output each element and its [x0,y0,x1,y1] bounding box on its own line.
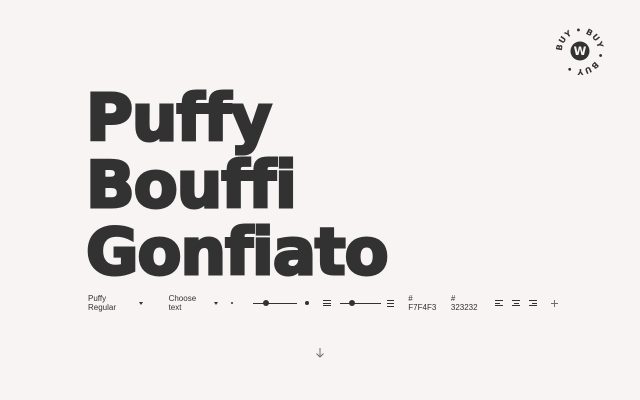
chevron-down-icon [213,301,218,305]
align-left-icon[interactable] [495,300,504,306]
plus-icon[interactable] [551,299,558,307]
buy-badge-center: W [574,44,587,58]
choose-text-label: Choose text [168,294,197,312]
font-size-slider[interactable] [252,298,298,308]
buy-badge-graphic: BUY • BUY • BUY • W [554,25,605,77]
align-right-icon[interactable] [529,300,538,306]
line-spacing-tight-icon [323,300,331,306]
font-style-label: Puffy Regular [88,294,117,312]
background-color-value: # F7F4F3 [408,294,437,312]
size-max-icon [305,301,310,305]
font-size-handle[interactable] [263,300,269,306]
specimen-line-1: Puffy [85,82,274,156]
buy-badge[interactable]: BUY • BUY • BUY • W [554,25,606,77]
text-color-input[interactable]: # 323232 [451,294,483,312]
line-spacing-loose-icon [386,299,395,307]
font-size-track [252,302,298,304]
choose-text-dropdown[interactable]: Choose text [169,294,218,312]
line-spacing-track [339,302,381,304]
arrow-down-icon[interactable] [315,347,325,359]
size-min-icon [230,302,233,304]
line-spacing-slider[interactable] [339,298,381,308]
specimen-toolbar: Puffy Regular Choose text # F7F4F3 # 323… [88,294,558,312]
type-specimen[interactable]: Puffy Bouffi Gonfiato [85,82,391,290]
line-spacing-handle[interactable] [349,300,356,306]
text-color-value: # 323232 [450,294,478,312]
font-style-dropdown[interactable]: Puffy Regular [88,294,143,312]
specimen-line-3: Gonfiato [85,216,391,290]
align-center-icon[interactable] [512,300,521,306]
background-color-input[interactable]: # F7F4F3 [408,294,442,312]
chevron-down-icon [138,301,143,305]
specimen-line-2: Bouffi [85,149,299,223]
